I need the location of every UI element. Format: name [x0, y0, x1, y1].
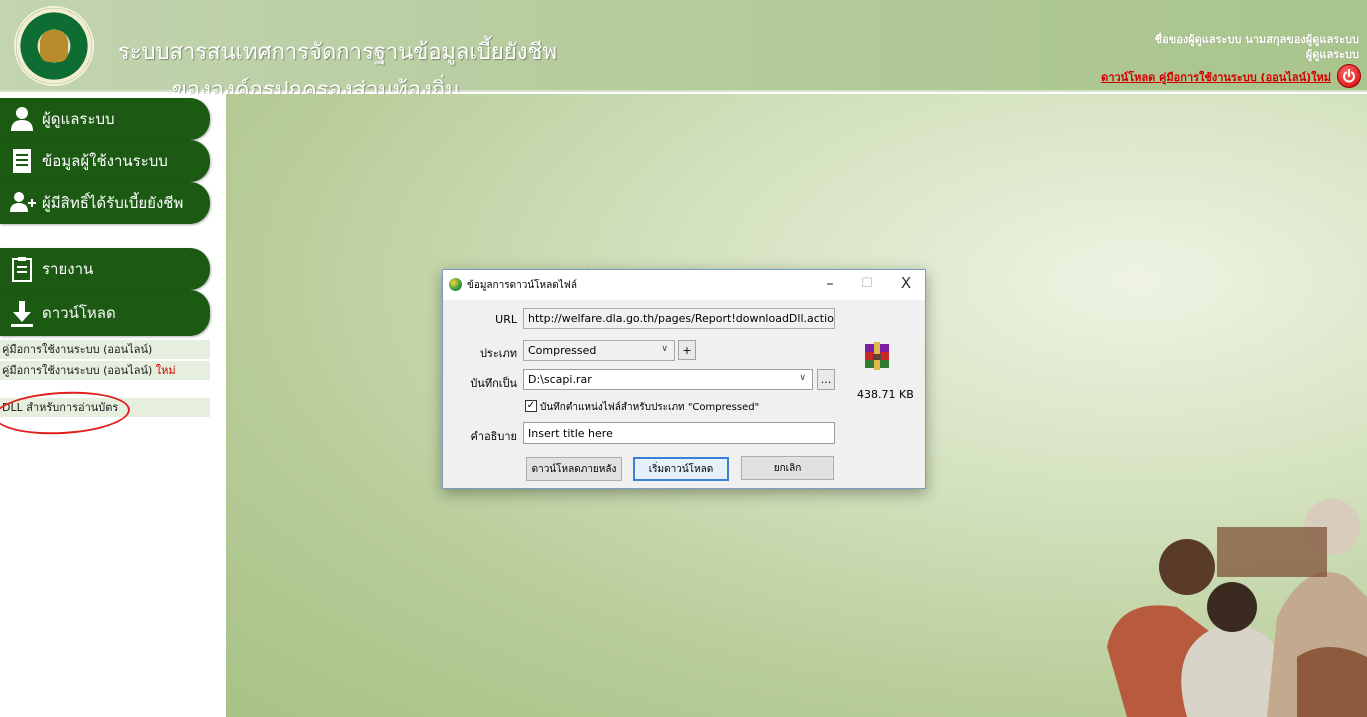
minimize-button[interactable]: – — [820, 274, 840, 292]
user-role: ผู้ดูแลระบบ — [1305, 48, 1359, 61]
close-button[interactable]: X — [896, 274, 916, 292]
chevron-down-icon: ∨ — [661, 344, 668, 354]
idm-globe-icon — [449, 278, 462, 291]
download-info-dialog: ข้อมูลการดาวน์โหลดไฟล์ – ☐ X URL http://… — [442, 269, 926, 489]
file-size: 438.71 KB — [857, 388, 914, 401]
type-select-value: Compressed — [528, 344, 597, 357]
winrar-archive-icon — [865, 342, 889, 370]
submenu-label: คู่มือการใช้งานระบบ (ออนไลน์) — [2, 364, 153, 377]
logout-button[interactable] — [1337, 64, 1361, 88]
new-badge: ใหม่ — [155, 364, 176, 377]
save-as-label: บันทึกเป็น — [470, 377, 517, 390]
dialog-title: ข้อมูลการดาวน์โหลดไฟล์ — [467, 280, 577, 291]
menu-item-label: ผู้มีสิทธิ์ได้รับเบี้ยยังชีพ — [42, 194, 184, 212]
menu-item-report[interactable]: รายงาน — [0, 248, 210, 290]
menu-item-download[interactable]: ดาวน์โหลด — [0, 290, 210, 336]
url-field[interactable]: http://welfare.dla.go.th/pages/Report!do… — [523, 308, 835, 329]
save-as-value: D:\scapi.rar — [528, 373, 592, 386]
url-label: URL — [495, 313, 517, 326]
menu-item-label: ดาวน์โหลด — [42, 304, 116, 322]
elderly-people-photo — [1107, 499, 1367, 717]
chevron-down-icon: ∨ — [799, 373, 806, 383]
download-later-button[interactable]: ดาวน์โหลดภายหลัง — [526, 457, 622, 481]
add-user-icon — [10, 190, 36, 216]
dialog-titlebar[interactable]: ข้อมูลการดาวน์โหลดไฟล์ – ☐ X — [443, 270, 925, 300]
clipboard-icon — [10, 256, 34, 282]
logo-emblem — [40, 30, 68, 62]
type-label: ประเภท — [479, 347, 517, 360]
description-label: คำอธิบาย — [470, 430, 517, 443]
person-icon — [10, 106, 34, 132]
download-manual-link[interactable]: ดาวน์โหลด คู่มือการใช้งานระบบ (ออนไลน์)ใ… — [1101, 68, 1331, 86]
submenu-manual-online[interactable]: คู่มือการใช้งานระบบ (ออนไลน์) — [0, 340, 210, 360]
description-field[interactable]: Insert title here — [523, 422, 835, 444]
menu-item-label: ผู้ดูแลระบบ — [42, 110, 115, 128]
cancel-button[interactable]: ยกเลิก — [741, 456, 834, 480]
background-photo — [1067, 417, 1367, 717]
type-select[interactable]: Compressed ∨ — [523, 340, 675, 361]
menu-item-beneficiaries[interactable]: ผู้มีสิทธิ์ได้รับเบี้ยยังชีพ — [0, 182, 210, 224]
header: ระบบสารสนเทศการจัดการฐานข้อมูลเบี้ยยังชี… — [0, 0, 1367, 102]
menu-item-admin[interactable]: ผู้ดูแลระบบ — [0, 98, 210, 140]
submenu-label: คู่มือการใช้งานระบบ (ออนไลน์) — [2, 343, 153, 356]
maximize-button[interactable]: ☐ — [857, 276, 877, 291]
add-category-button[interactable]: + — [678, 340, 696, 360]
remember-location-label: บันทึกตำแหน่งไฟล์สำหรับประเภท "Compresse… — [540, 402, 760, 413]
menu-item-user-info[interactable]: ข้อมูลผู้ใช้งานระบบ — [0, 140, 210, 182]
download-icon — [10, 300, 34, 327]
power-icon — [1343, 69, 1355, 83]
menu-item-label: รายงาน — [42, 260, 94, 278]
menu-item-label: ข้อมูลผู้ใช้งานระบบ — [42, 152, 168, 170]
document-icon — [10, 148, 34, 174]
user-name: ชื่อของผู้ดูแลระบบ นามสกุลของผู้ดูแลระบบ — [1154, 33, 1359, 46]
site-title-line1: ระบบสารสนเทศการจัดการฐานข้อมูลเบี้ยยังชี… — [118, 39, 557, 64]
save-as-combo[interactable]: D:\scapi.rar ∨ — [523, 369, 813, 390]
browse-button[interactable]: ... — [817, 369, 835, 390]
submenu-manual-online-new[interactable]: คู่มือการใช้งานระบบ (ออนไลน์) ใหม่ — [0, 361, 210, 381]
start-download-button[interactable]: เริ่มดาวน์โหลด — [633, 457, 729, 481]
user-info: ชื่อของผู้ดูแลระบบ นามสกุลของผู้ดูแลระบบ… — [1155, 32, 1359, 62]
department-logo — [14, 6, 94, 86]
remember-location-checkbox[interactable]: ✓ — [525, 400, 537, 412]
